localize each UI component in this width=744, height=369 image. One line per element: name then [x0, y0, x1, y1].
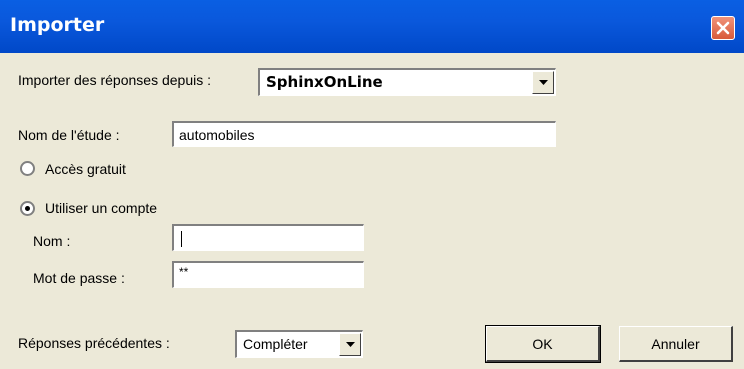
study-name-label: Nom de l'étude : — [18, 127, 120, 143]
source-dropdown-button[interactable] — [532, 71, 554, 94]
source-label: Importer des réponses depuis : — [18, 72, 211, 88]
radio-selected-dot — [25, 206, 30, 211]
title-bar[interactable]: Importer — [0, 0, 744, 53]
ok-button[interactable]: OK — [485, 325, 601, 363]
source-select[interactable]: SphinxOnLine — [258, 68, 556, 96]
use-account-radio[interactable] — [20, 201, 35, 216]
password-field[interactable]: ** — [172, 261, 364, 288]
cancel-button-label: Annuler — [651, 335, 700, 352]
chevron-down-icon — [538, 80, 548, 85]
account-name-field[interactable] — [172, 224, 364, 251]
importer-dialog: Importer Importer des réponses depuis : … — [0, 0, 744, 369]
password-label: Mot de passe : — [33, 270, 125, 286]
free-access-radio[interactable] — [20, 161, 35, 176]
source-select-value: SphinxOnLine — [266, 73, 383, 91]
study-name-field[interactable]: automobiles — [172, 121, 556, 147]
chevron-down-icon — [345, 342, 355, 347]
use-account-label: Utiliser un compte — [45, 200, 158, 216]
previous-responses-label: Réponses précédentes : — [18, 335, 170, 351]
window-title: Importer — [10, 14, 105, 36]
previous-responses-value: Compléter — [243, 336, 308, 352]
text-cursor — [181, 231, 182, 247]
ok-button-label: OK — [532, 335, 553, 352]
close-icon — [716, 21, 730, 35]
previous-dropdown-button[interactable] — [339, 333, 361, 356]
account-name-label: Nom : — [33, 233, 71, 249]
study-name-value: automobiles — [179, 127, 255, 143]
password-value: ** — [179, 265, 189, 279]
free-access-label: Accès gratuit — [45, 161, 126, 177]
cancel-button[interactable]: Annuler — [619, 326, 733, 362]
close-button[interactable] — [711, 16, 735, 40]
previous-responses-select[interactable]: Compléter — [235, 330, 363, 358]
